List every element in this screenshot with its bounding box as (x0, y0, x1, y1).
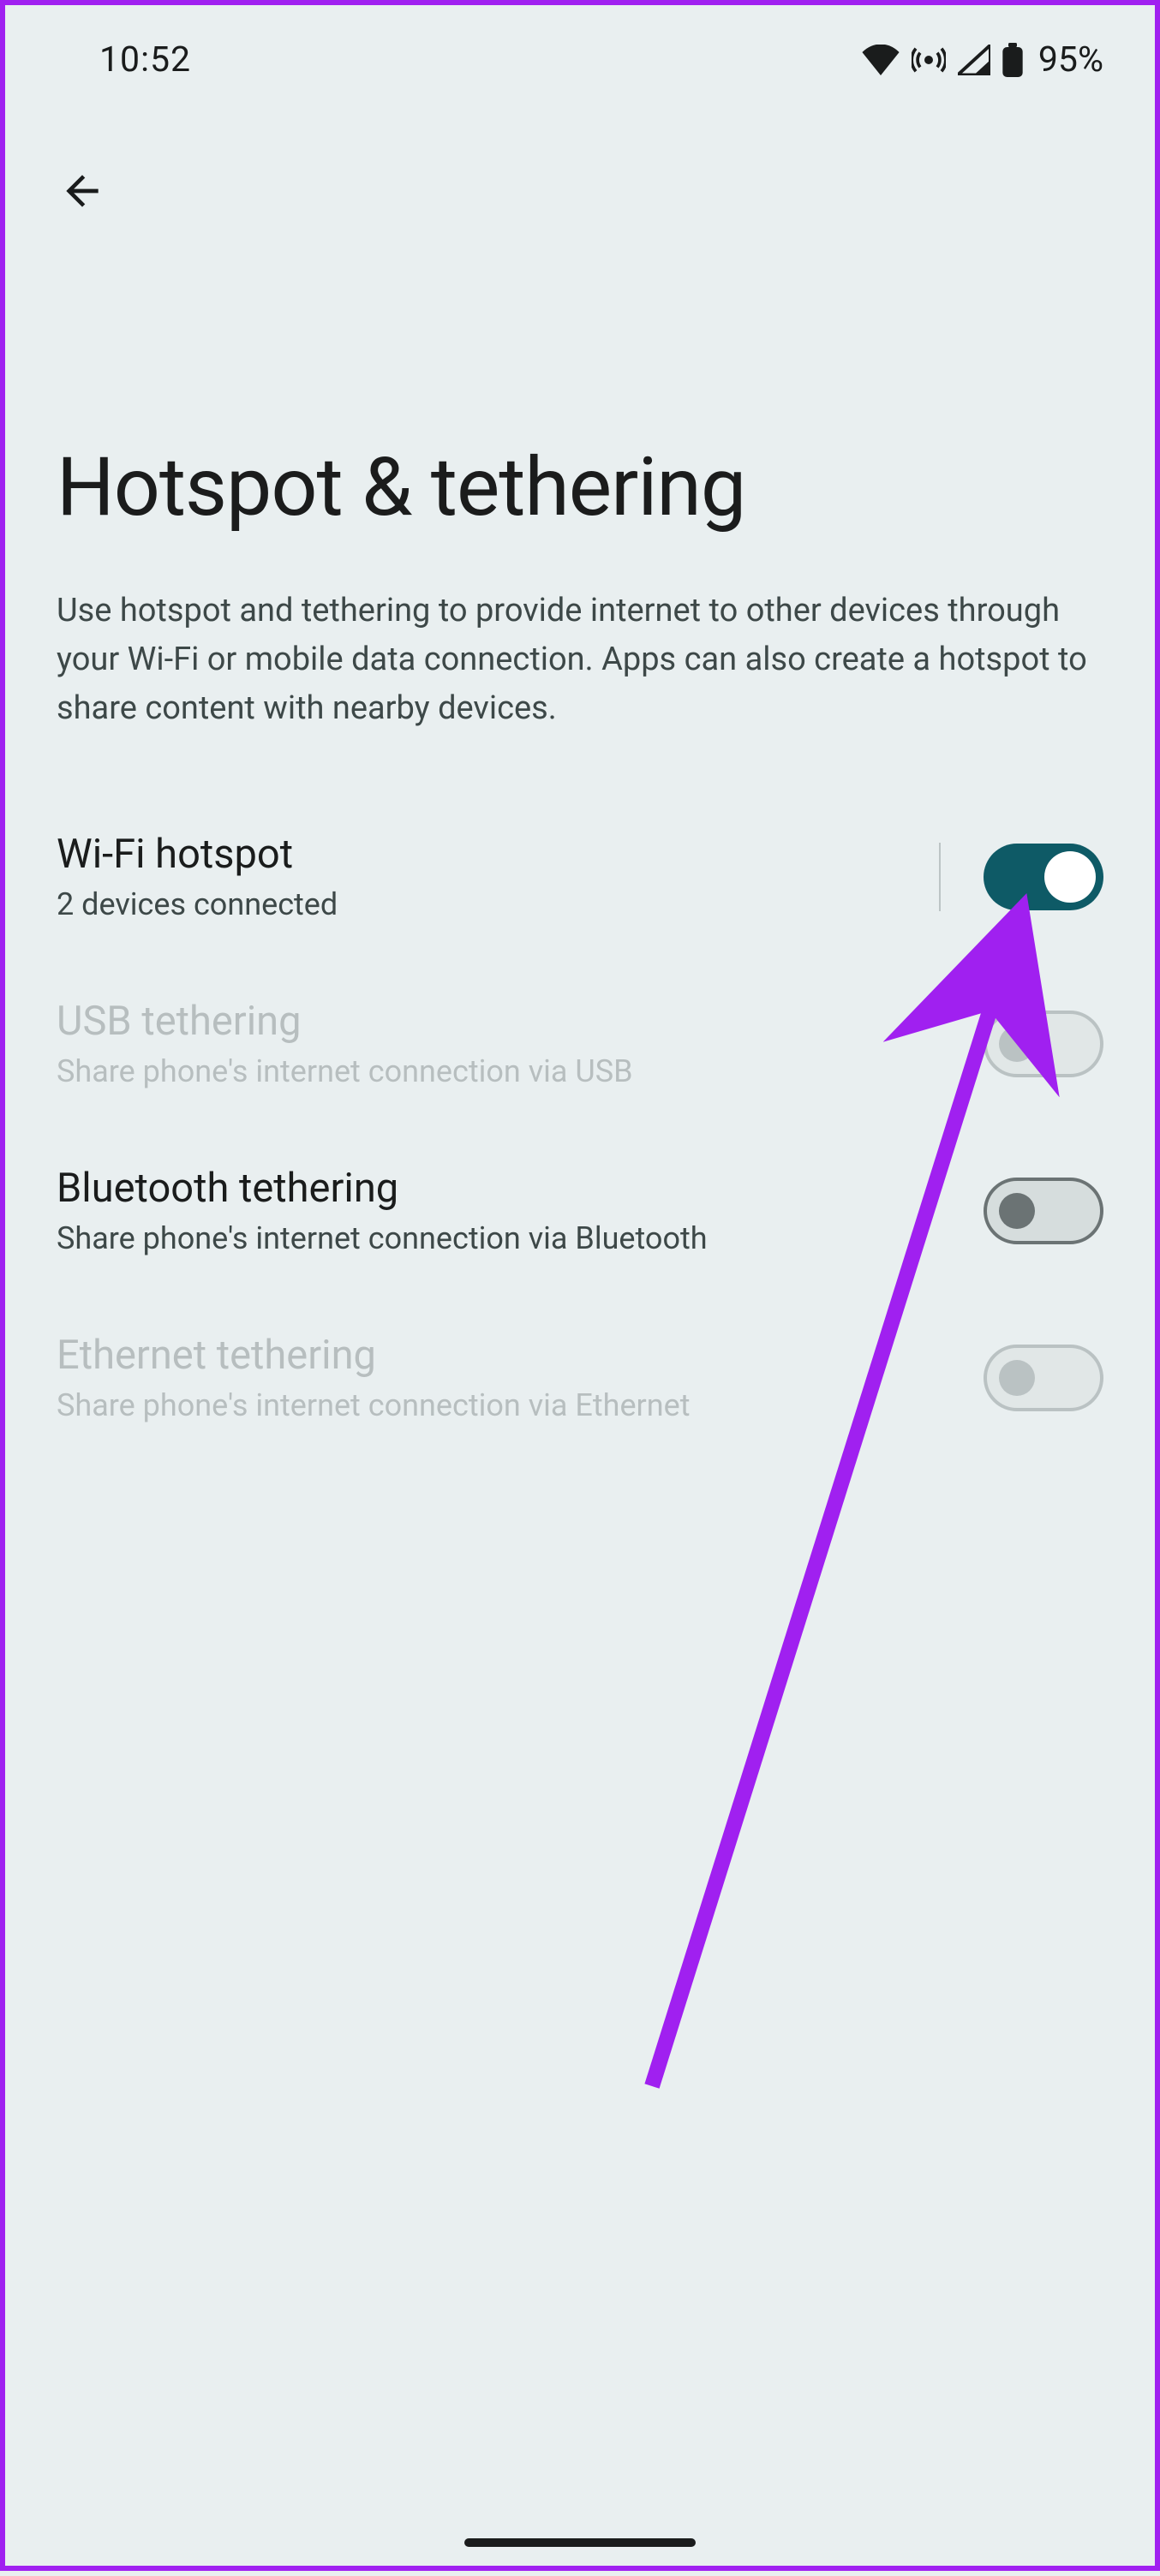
switch-knob (999, 1193, 1035, 1229)
usb-tethering-switch (984, 1011, 1103, 1077)
status-bar: 10:52 95% (5, 5, 1155, 98)
battery-icon (1002, 43, 1023, 77)
toolbar (5, 98, 1155, 243)
back-button[interactable] (48, 158, 117, 226)
usb-tethering-subtitle: Share phone's internet connection via US… (57, 1053, 966, 1089)
ethernet-tethering-switch (984, 1345, 1103, 1411)
bluetooth-tethering-row[interactable]: Bluetooth tethering Share phone's intern… (5, 1127, 1155, 1294)
bluetooth-tethering-text: Bluetooth tethering Share phone's intern… (57, 1165, 966, 1256)
ethernet-tethering-row: Ethernet tethering Share phone's interne… (5, 1294, 1155, 1461)
hotspot-icon (912, 43, 946, 77)
status-icons: 95% (862, 39, 1103, 80)
divider (939, 843, 941, 911)
bluetooth-tethering-title: Bluetooth tethering (57, 1165, 966, 1212)
wifi-hotspot-row[interactable]: Wi-Fi hotspot 2 devices connected (5, 793, 1155, 960)
wifi-icon (862, 45, 900, 75)
switch-knob (1044, 851, 1096, 903)
wifi-hotspot-subtitle: 2 devices connected (57, 886, 913, 922)
wifi-hotspot-text: Wi-Fi hotspot 2 devices connected (57, 831, 913, 922)
arrow-back-icon (58, 167, 106, 218)
page-description: Use hotspot and tethering to provide int… (5, 587, 1155, 793)
battery-percentage: 95% (1038, 39, 1103, 80)
ethernet-tethering-title: Ethernet tethering (57, 1332, 966, 1379)
nav-handle[interactable] (464, 2538, 696, 2547)
ethernet-tethering-text: Ethernet tethering Share phone's interne… (57, 1332, 966, 1423)
switch-knob (999, 1026, 1035, 1062)
status-time: 10:52 (99, 39, 191, 80)
ethernet-tethering-subtitle: Share phone's internet connection via Et… (57, 1387, 966, 1423)
switch-knob (999, 1360, 1035, 1396)
wifi-hotspot-title: Wi-Fi hotspot (57, 831, 913, 878)
usb-tethering-row: USB tethering Share phone's internet con… (5, 960, 1155, 1127)
bluetooth-tethering-subtitle: Share phone's internet connection via Bl… (57, 1220, 966, 1256)
page-title: Hotspot & tethering (5, 243, 1155, 587)
bluetooth-tethering-switch[interactable] (984, 1178, 1103, 1244)
wifi-hotspot-switch[interactable] (984, 844, 1103, 910)
usb-tethering-title: USB tethering (57, 998, 966, 1045)
signal-icon (958, 45, 990, 75)
usb-tethering-text: USB tethering Share phone's internet con… (57, 998, 966, 1089)
